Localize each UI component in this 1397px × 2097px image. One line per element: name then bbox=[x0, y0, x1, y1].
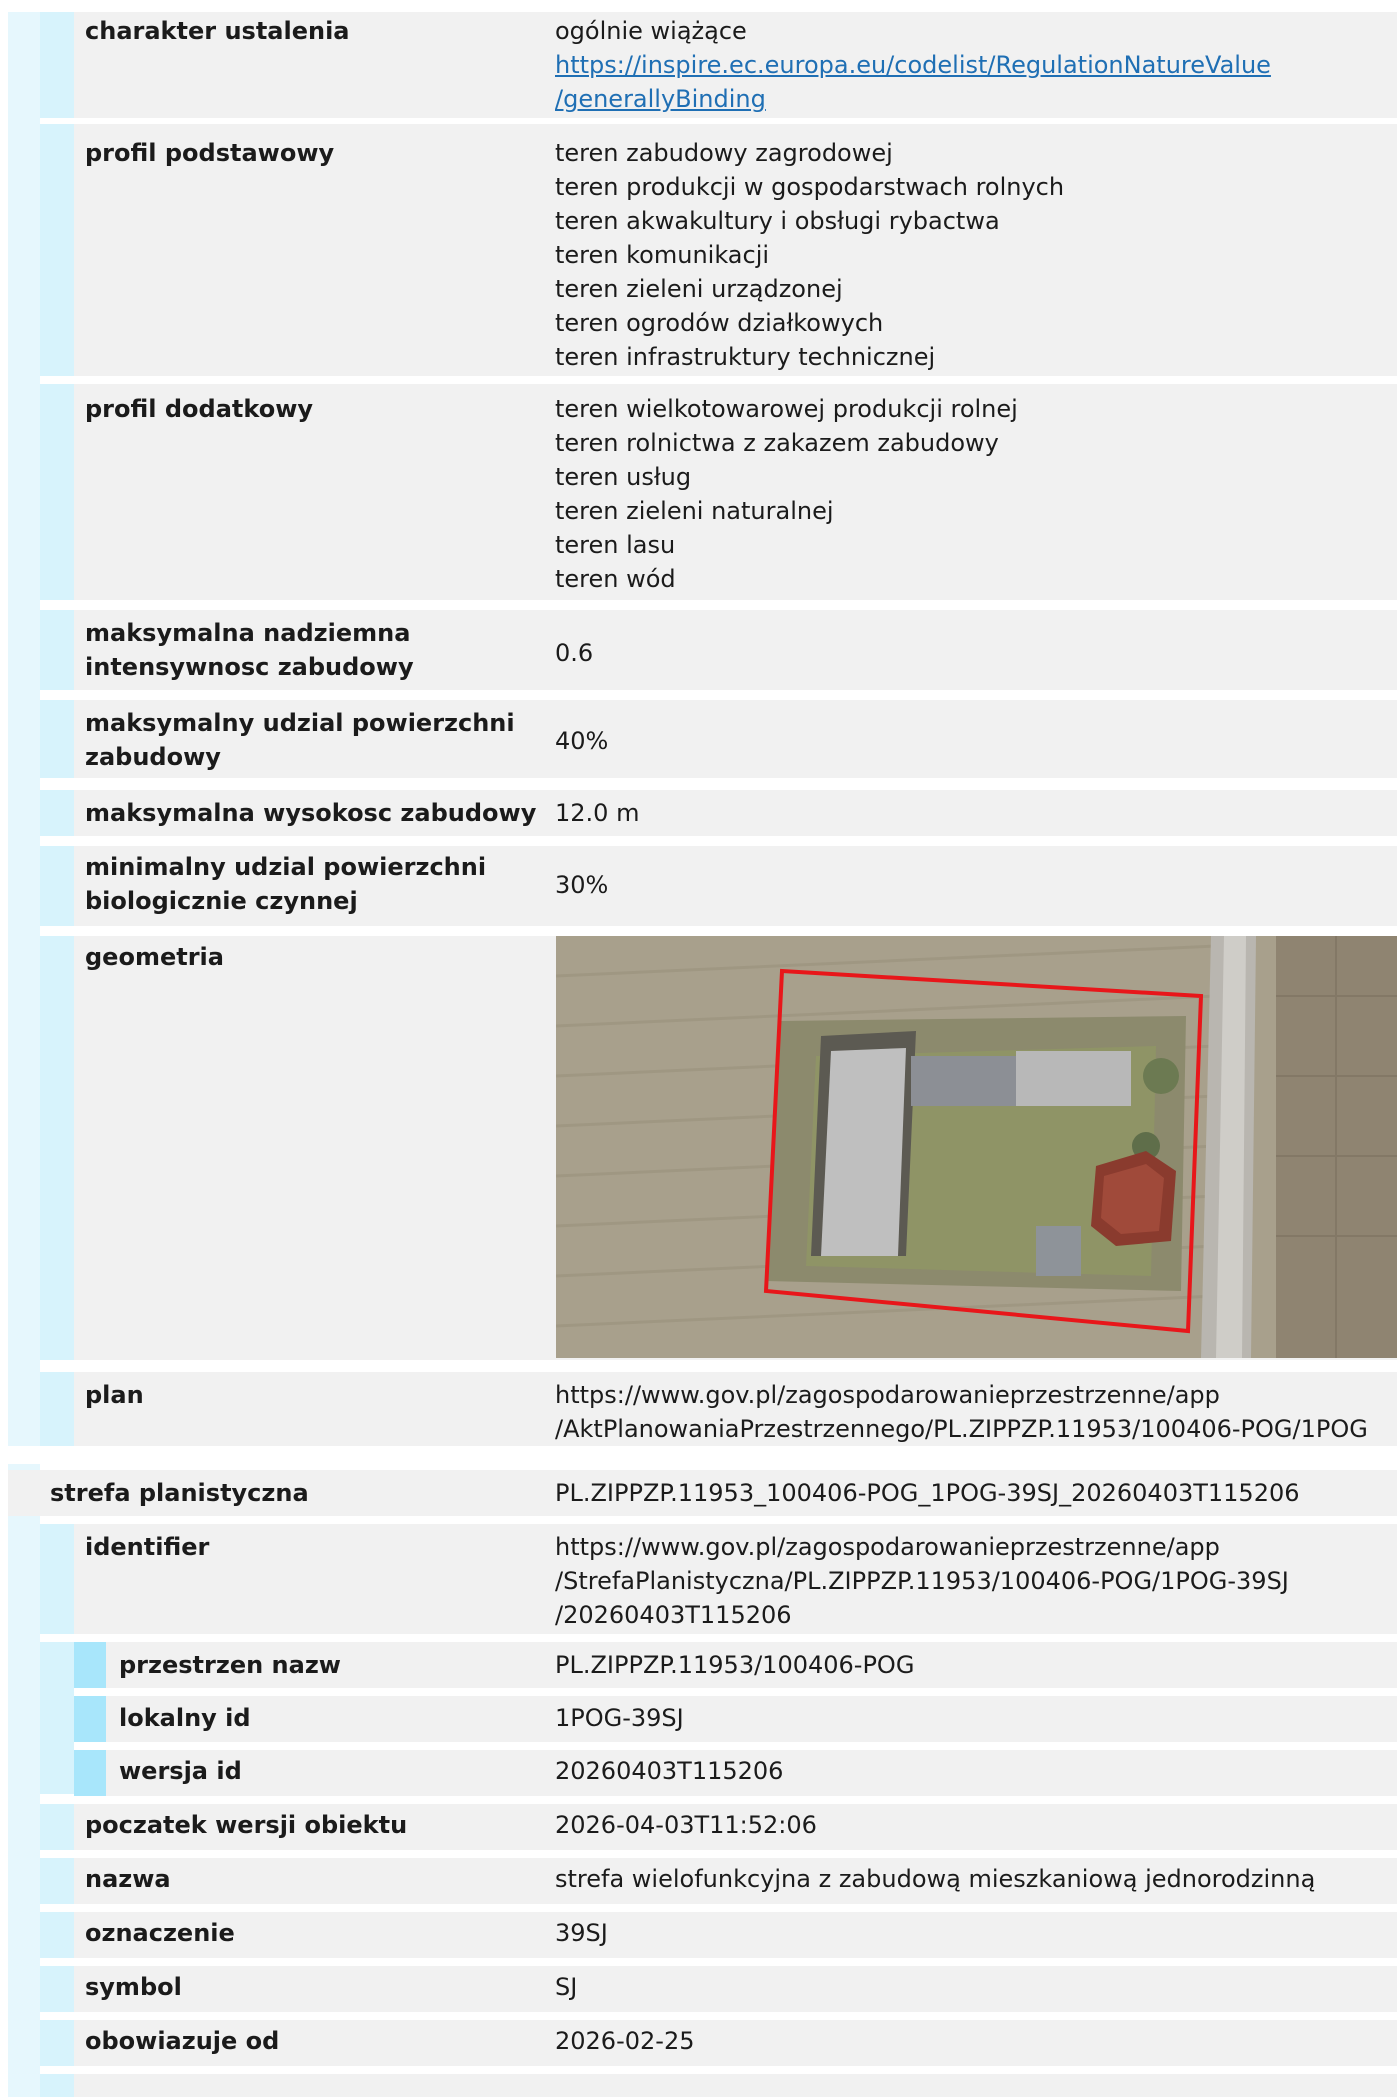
section-title: strefa planistyczna bbox=[50, 1479, 309, 1507]
field-value: 30% bbox=[555, 871, 609, 899]
field-label: maksymalna wysokosc zabudowy bbox=[85, 799, 537, 827]
field-label: obowiazuje od bbox=[85, 2027, 280, 2055]
value-line: teren zieleni naturalnej bbox=[555, 497, 834, 525]
field-label: symbol bbox=[85, 1973, 182, 2001]
value-line: https://www.gov.pl/zagospodarowanieprzes… bbox=[555, 1533, 1220, 1561]
value-line: teren lasu bbox=[555, 531, 676, 559]
field-value: 1POG-39SJ bbox=[555, 1704, 684, 1732]
value-line: teren zieleni urządzonej bbox=[555, 275, 843, 303]
field-value: 40% bbox=[555, 727, 609, 755]
field-value: 39SJ bbox=[555, 1919, 608, 1947]
field-label: oznaczenie bbox=[85, 1919, 235, 1947]
sub-indent-bar bbox=[74, 1642, 106, 1688]
field-label: wersja id bbox=[119, 1757, 242, 1785]
value-line: teren komunikacji bbox=[555, 241, 770, 269]
sub-indent-bar bbox=[74, 1696, 106, 1742]
section-title-value: PL.ZIPPZP.11953_100406-POG_1POG-39SJ_202… bbox=[555, 1479, 1300, 1507]
section1-indent-bar bbox=[8, 12, 40, 1446]
row-indent-bar bbox=[40, 2074, 74, 2097]
field-value: SJ bbox=[555, 1973, 578, 2001]
field-label: maksymalny udzial powierzchni zabudowy bbox=[85, 709, 515, 771]
row-symbol bbox=[40, 1966, 1397, 2012]
geometry-aerial-image[interactable] bbox=[556, 936, 1397, 1358]
value-line: teren wód bbox=[555, 565, 676, 593]
field-value: https://www.gov.pl/zagospodarowanieprzes… bbox=[555, 1378, 1368, 1446]
field-label: nazwa bbox=[85, 1865, 171, 1893]
value-line: teren zabudowy zagrodowej bbox=[555, 139, 893, 167]
field-value: strefa wielofunkcyjna z zabudową mieszka… bbox=[555, 1865, 1316, 1893]
value-line: /AktPlanowaniaPrzestrzennego/PL.ZIPPZP.1… bbox=[555, 1415, 1368, 1443]
row-indent-bar bbox=[40, 384, 74, 600]
value-line: /20260403T115206 bbox=[555, 1601, 792, 1629]
regulation-link-cont[interactable]: /generallyBinding bbox=[555, 85, 766, 113]
field-value: PL.ZIPPZP.11953/100406-POG bbox=[555, 1651, 915, 1679]
value-line: teren ogrodów działkowych bbox=[555, 309, 884, 337]
sub-indent-bar bbox=[74, 1750, 106, 1796]
row-indent-bar bbox=[40, 1372, 74, 1446]
row-indent-bar bbox=[40, 12, 74, 118]
field-value: 12.0 m bbox=[555, 799, 640, 827]
field-value: 2026-04-03T11:52:06 bbox=[555, 1811, 817, 1839]
field-label: minimalny udzial powierzchni biologiczni… bbox=[85, 853, 487, 915]
field-value: 20260403T115206 bbox=[555, 1757, 784, 1785]
row-indent-bar bbox=[40, 1524, 74, 1634]
value-line: https://www.gov.pl/zagospodarowanieprzes… bbox=[555, 1381, 1220, 1409]
value-line: teren wielkotowarowej produkcji rolnej bbox=[555, 395, 1018, 423]
row-indent-bar bbox=[40, 2020, 74, 2066]
row-indent-bar bbox=[40, 1858, 74, 1904]
row-indent-bar bbox=[40, 700, 74, 778]
row-indent-bar bbox=[40, 1804, 74, 1850]
value-line: teren rolnictwa z zakazem zabudowy bbox=[555, 429, 999, 457]
row-indent-bar bbox=[40, 936, 74, 1360]
field-value: 0.6 bbox=[555, 639, 594, 667]
value-line: teren infrastruktury technicznej bbox=[555, 343, 936, 371]
section2-indent-bar bbox=[8, 1464, 40, 2097]
value-line: teren produkcji w gospodarstwach rolnych bbox=[555, 173, 1065, 201]
row-next-partial bbox=[40, 2074, 1397, 2097]
regulation-link[interactable]: https://inspire.ec.europa.eu/codelist/Re… bbox=[555, 51, 1271, 79]
row-indent-bar bbox=[40, 124, 74, 376]
field-label: maksymalna nadziemna intensywnosc zabudo… bbox=[85, 619, 414, 681]
field-value-list: teren wielkotowarowej produkcji rolnej t… bbox=[555, 392, 1018, 596]
row-indent-bar bbox=[40, 1912, 74, 1958]
value-line: /StrefaPlanistyczna/PL.ZIPPZP.11953/1004… bbox=[555, 1567, 1289, 1595]
identifier-indent-bar bbox=[40, 1642, 74, 1794]
field-label: plan bbox=[85, 1381, 144, 1409]
field-label: profil podstawowy bbox=[85, 139, 335, 167]
row-lokalny-id bbox=[74, 1696, 1397, 1742]
row-oznaczenie bbox=[40, 1912, 1397, 1958]
field-label: charakter ustalenia bbox=[85, 17, 350, 45]
field-label: geometria bbox=[85, 943, 224, 971]
field-value: ogólnie wiążące https://inspire.ec.europ… bbox=[555, 14, 1271, 116]
value-line: teren usług bbox=[555, 463, 692, 491]
field-label: lokalny id bbox=[119, 1704, 251, 1732]
value-line: ogólnie wiążące bbox=[555, 17, 747, 45]
row-indent-bar bbox=[40, 610, 74, 690]
field-label: poczatek wersji obiektu bbox=[85, 1811, 408, 1839]
row-indent-bar bbox=[40, 1966, 74, 2012]
value-line: teren akwakultury i obsługi rybactwa bbox=[555, 207, 1000, 235]
field-label: identifier bbox=[85, 1533, 210, 1561]
field-label: profil dodatkowy bbox=[85, 395, 314, 423]
field-label: przestrzen nazw bbox=[119, 1651, 341, 1679]
row-indent-bar bbox=[40, 790, 74, 836]
field-value-list: teren zabudowy zagrodowej teren produkcj… bbox=[555, 136, 1064, 374]
row-indent-bar bbox=[40, 846, 74, 926]
field-value: https://www.gov.pl/zagospodarowanieprzes… bbox=[555, 1530, 1289, 1632]
field-value: 2026-02-25 bbox=[555, 2027, 695, 2055]
